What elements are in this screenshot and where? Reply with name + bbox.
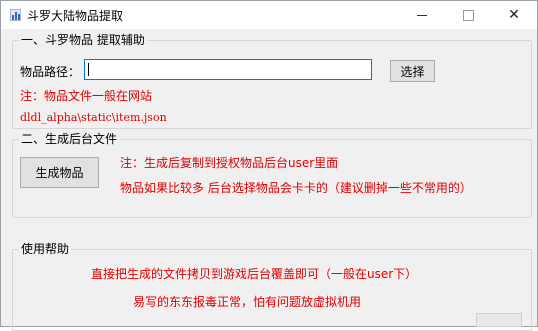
window-title: 斗罗大陆物品提取 xyxy=(27,9,124,23)
generate-group-legend: 二、生成后台文件 xyxy=(19,132,120,146)
generate-items-button[interactable]: 生成物品 xyxy=(20,157,99,188)
close-icon: ✕ xyxy=(508,7,520,23)
maximize-button[interactable] xyxy=(445,1,491,29)
help-group-legend: 使用帮助 xyxy=(19,242,72,256)
bottom-control-stub xyxy=(476,313,522,327)
extract-group-legend: 一、斗罗物品 提取辅助 xyxy=(19,33,147,47)
help-text-antivirus: 易写的东东报毒正常，怕有问题放虚拟机用 xyxy=(133,295,362,309)
maximize-icon xyxy=(462,9,474,21)
text-caret xyxy=(88,63,89,76)
generate-note-performance: 物品如果比较多 后台选择物品会卡卡的（建议删掉一些不常用的） xyxy=(120,181,472,195)
title-bar[interactable]: 斗罗大陆物品提取 ✕ xyxy=(1,1,537,29)
app-icon xyxy=(10,9,21,21)
browse-button[interactable]: 选择 xyxy=(390,60,435,82)
item-file-note: 注：物品文件一般在网站 xyxy=(20,89,153,103)
minimize-icon xyxy=(417,14,427,16)
help-text-copy: 直接把生成的文件拷贝到游戏后台覆盖即可（一般在user下） xyxy=(91,267,418,281)
help-group: 使用帮助 xyxy=(12,242,532,331)
generate-note-copy: 注：生成后复制到授权物品后台user里面 xyxy=(120,156,339,170)
item-path-input[interactable] xyxy=(84,59,372,80)
item-path-hint: dldl_alpha\static\item.json xyxy=(20,111,167,124)
item-path-label: 物品路径： xyxy=(20,65,81,79)
main-window: 斗罗大陆物品提取 ✕ 一、斗罗物品 提取辅助 物品路径： 选择 注：物品文件一般… xyxy=(0,0,538,331)
close-button[interactable]: ✕ xyxy=(491,1,537,29)
minimize-button[interactable] xyxy=(399,1,445,29)
